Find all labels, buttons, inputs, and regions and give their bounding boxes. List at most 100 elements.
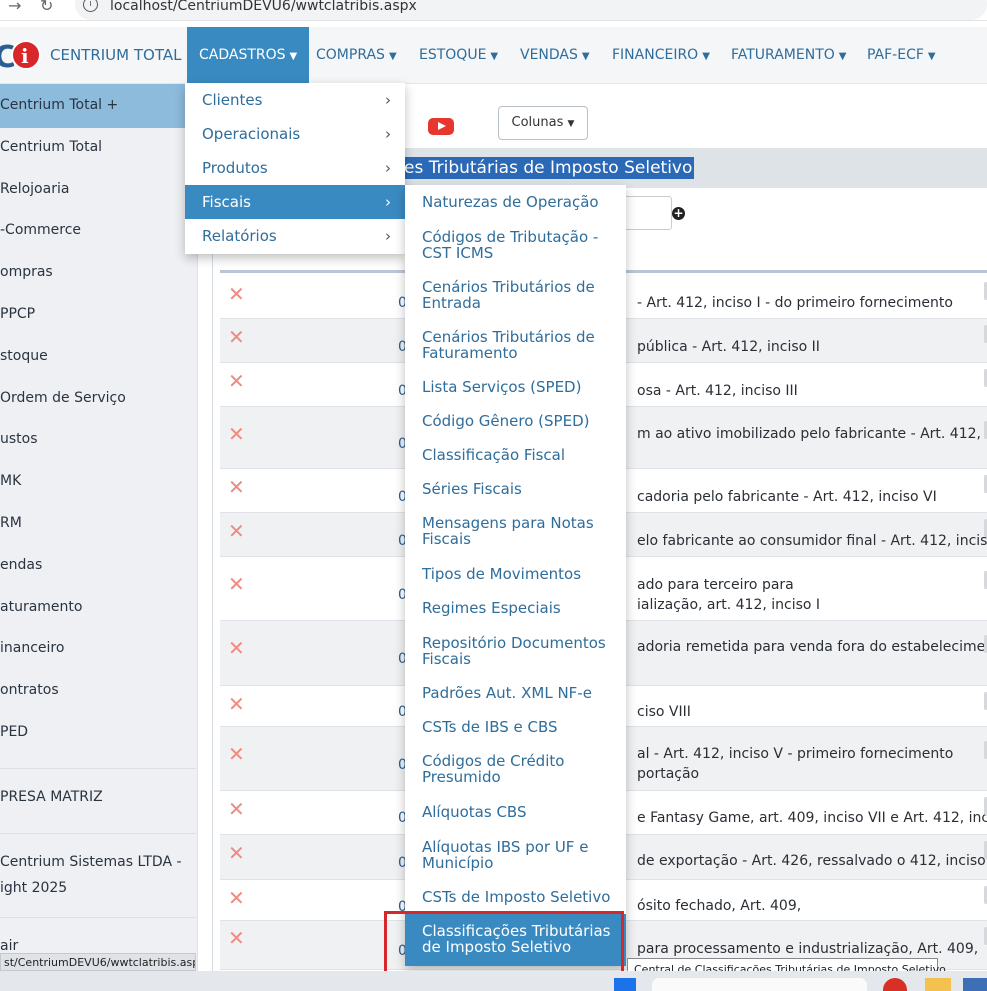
columns-dropdown-button[interactable]: Colunas ▼ [498,106,588,140]
delete-icon[interactable]: ✕ [228,369,245,393]
submenu-item-classificacao-fiscal[interactable]: Classificação Fiscal [405,437,626,471]
taskbar-search-box[interactable] [652,978,867,991]
submenu-item-credito-presumido[interactable]: Códigos de Crédito Presumido [405,741,626,791]
sidebar-item-compras[interactable]: ompras [0,264,196,280]
row-description: osa - Art. 412, inciso III [637,383,798,399]
chevron-right-icon: › [385,227,391,245]
submenu-item-aliquotas-ibs[interactable]: Alíquotas IBS por UF e Município [405,825,626,876]
chevron-down-icon: ▼ [388,51,397,62]
chevron-right-icon: › [385,91,391,109]
page-title: es Tributárias de Imposto Seletivo [402,157,695,179]
top-navbar: C i CENTRIUM TOTAL + CADASTROS ▼ COMPRAS ▼… [0,27,987,84]
delete-icon[interactable]: ✕ [228,475,245,499]
submenu-item-cenarios-faturamento[interactable]: Cenários Tributários de Faturamento [405,319,626,369]
menu-item-relatorios[interactable]: Relatórios › [185,219,405,253]
delete-icon[interactable]: ✕ [228,742,245,766]
delete-icon[interactable]: ✕ [228,797,245,821]
submenu-item-label: Padrões Aut. XML NF-e [422,684,592,702]
sidebar-company: PRESA MATRIZ [0,789,103,805]
submenu-item-naturezas-operacao[interactable]: Naturezas de Operação [405,185,626,219]
delete-icon[interactable]: ✕ [228,636,245,660]
sidebar-item-ordem-servico[interactable]: Ordem de Serviço [0,390,196,406]
submenu-item-mensagens-notas[interactable]: Mensagens para Notas Fiscais [405,505,626,555]
sidebar-item-faturamento[interactable]: aturamento [0,599,196,615]
sidebar-item-financeiro[interactable]: inanceiro [0,640,196,656]
delete-icon[interactable]: ✕ [228,692,245,716]
submenu-item-tipos-movimentos[interactable]: Tipos de Movimentos [405,555,626,589]
sidebar-item-ecommerce[interactable]: -Commerce [0,222,196,238]
delete-icon[interactable]: ✕ [228,926,245,950]
taskbar-app-icon[interactable] [963,978,987,991]
submenu-item-csts-ibs-cbs[interactable]: CSTs de IBS e CBS [405,707,626,741]
youtube-icon[interactable] [428,118,454,135]
submenu-item-csts-imposto-seletivo[interactable]: CSTs de Imposto Seletivo [405,876,626,911]
submenu-item-cenarios-entrada[interactable]: Cenários Tributários de Entrada [405,269,626,319]
nav-faturamento[interactable]: FATURAMENTO ▼ [731,27,846,83]
fiscais-submenu: Naturezas de Operação Códigos de Tributa… [405,185,626,966]
row-description: elo fabricante ao consumidor final - Art… [637,533,987,549]
menu-item-operacionais[interactable]: Operacionais › [185,117,405,151]
nav-label: CADASTROS [199,47,286,63]
row-description: cadoria pelo fabricante - Art. 412, inci… [637,489,937,505]
delete-icon[interactable]: ✕ [228,572,245,596]
menu-item-label: Relatórios [202,227,277,245]
taskbar-folder-icon[interactable] [925,978,951,991]
sidebar-item-relojoaria[interactable]: Relojoaria [0,181,196,197]
submenu-item-series-fiscais[interactable]: Séries Fiscais [405,471,626,505]
submenu-item-repositorio-documentos[interactable]: Repositório Documentos Fiscais [405,623,626,673]
menu-item-clientes[interactable]: Clientes › [185,83,405,117]
submenu-item-label: Código Gênero (SPED) [422,412,590,430]
nav-compras[interactable]: COMPRAS ▼ [316,27,397,83]
submenu-item-regimes-especiais[interactable]: Regimes Especiais [405,589,626,623]
submenu-item-codigos-tributacao[interactable]: Códigos de Tributação - CST ICMS [405,219,626,269]
sidebar-item-vendas[interactable]: endas [0,557,196,573]
sidebar-item-centrium-total-plus[interactable]: Centrium Total + [0,97,196,113]
delete-icon[interactable]: ✕ [228,325,245,349]
nav-vendas[interactable]: VENDAS ▼ [520,27,590,83]
row-description: al - Art. 412, inciso V - primeiro forne… [637,746,954,762]
submenu-item-codigo-genero[interactable]: Código Gênero (SPED) [405,403,626,437]
nav-estoque[interactable]: ESTOQUE ▼ [419,27,498,83]
sidebar-item-mk[interactable]: MK [0,473,196,489]
row-description: pública - Art. 412, inciso II [637,339,820,355]
sidebar-item-sped[interactable]: PED [0,724,196,740]
menu-item-fiscais[interactable]: Fiscais › [185,185,405,219]
add-filter-icon[interactable]: + [672,207,685,220]
row-description: ciso VIII [637,704,691,720]
nav-financeiro[interactable]: FINANCEIRO ▼ [612,27,710,83]
row-description: ado para terceiro para [637,577,794,593]
brand-name[interactable]: CENTRIUM TOTAL + [50,27,199,83]
sidebar-item-centrium-total[interactable]: Centrium Total [0,139,196,155]
sidebar-item-crm[interactable]: RM [0,515,196,531]
url-text[interactable]: localhost/CentriumDEVU6/wwtclatribis.asp… [110,0,417,14]
delete-icon[interactable]: ✕ [228,841,245,865]
sidebar-item-estoque[interactable]: stoque [0,348,196,364]
menu-item-produtos[interactable]: Produtos › [185,151,405,185]
sidebar-divider [0,917,196,918]
chevron-right-icon: › [385,159,391,177]
sidebar-item-ppcp[interactable]: PPCP [0,306,196,322]
chevron-right-icon: › [385,125,391,143]
sidebar-item-contratos[interactable]: ontratos [0,682,196,698]
submenu-item-label: Regimes Especiais [422,599,561,617]
submenu-item-label: Lista Serviços (SPED) [422,378,582,396]
sidebar-item-custos[interactable]: ustos [0,431,196,447]
chevron-down-icon: ▼ [289,51,298,62]
sidebar-exit[interactable]: air [0,938,196,954]
submenu-item-padroes-xml[interactable]: Padrões Aut. XML NF-e [405,673,626,707]
menu-item-label: Operacionais [202,125,301,143]
delete-icon[interactable]: ✕ [228,422,245,446]
nav-cadastros[interactable]: CADASTROS ▼ [187,27,310,83]
reload-icon[interactable]: ↻ [40,0,53,15]
nav-paf-ecf[interactable]: PAF-ECF ▼ [867,27,936,83]
delete-icon[interactable]: ✕ [228,886,245,910]
back-arrow-icon[interactable]: → [8,0,21,15]
windows-start-icon[interactable] [614,978,636,991]
submenu-item-aliquotas-cbs[interactable]: Alíquotas CBS [405,791,626,825]
delete-icon[interactable]: ✕ [228,519,245,543]
cadastros-dropdown: Clientes › Operacionais › Produtos › Fiscai… [185,83,405,254]
delete-icon[interactable]: ✕ [228,282,245,306]
submenu-item-lista-servicos[interactable]: Lista Serviços (SPED) [405,369,626,403]
submenu-item-label: Séries Fiscais [422,480,522,498]
nav-label: FATURAMENTO [731,47,835,63]
